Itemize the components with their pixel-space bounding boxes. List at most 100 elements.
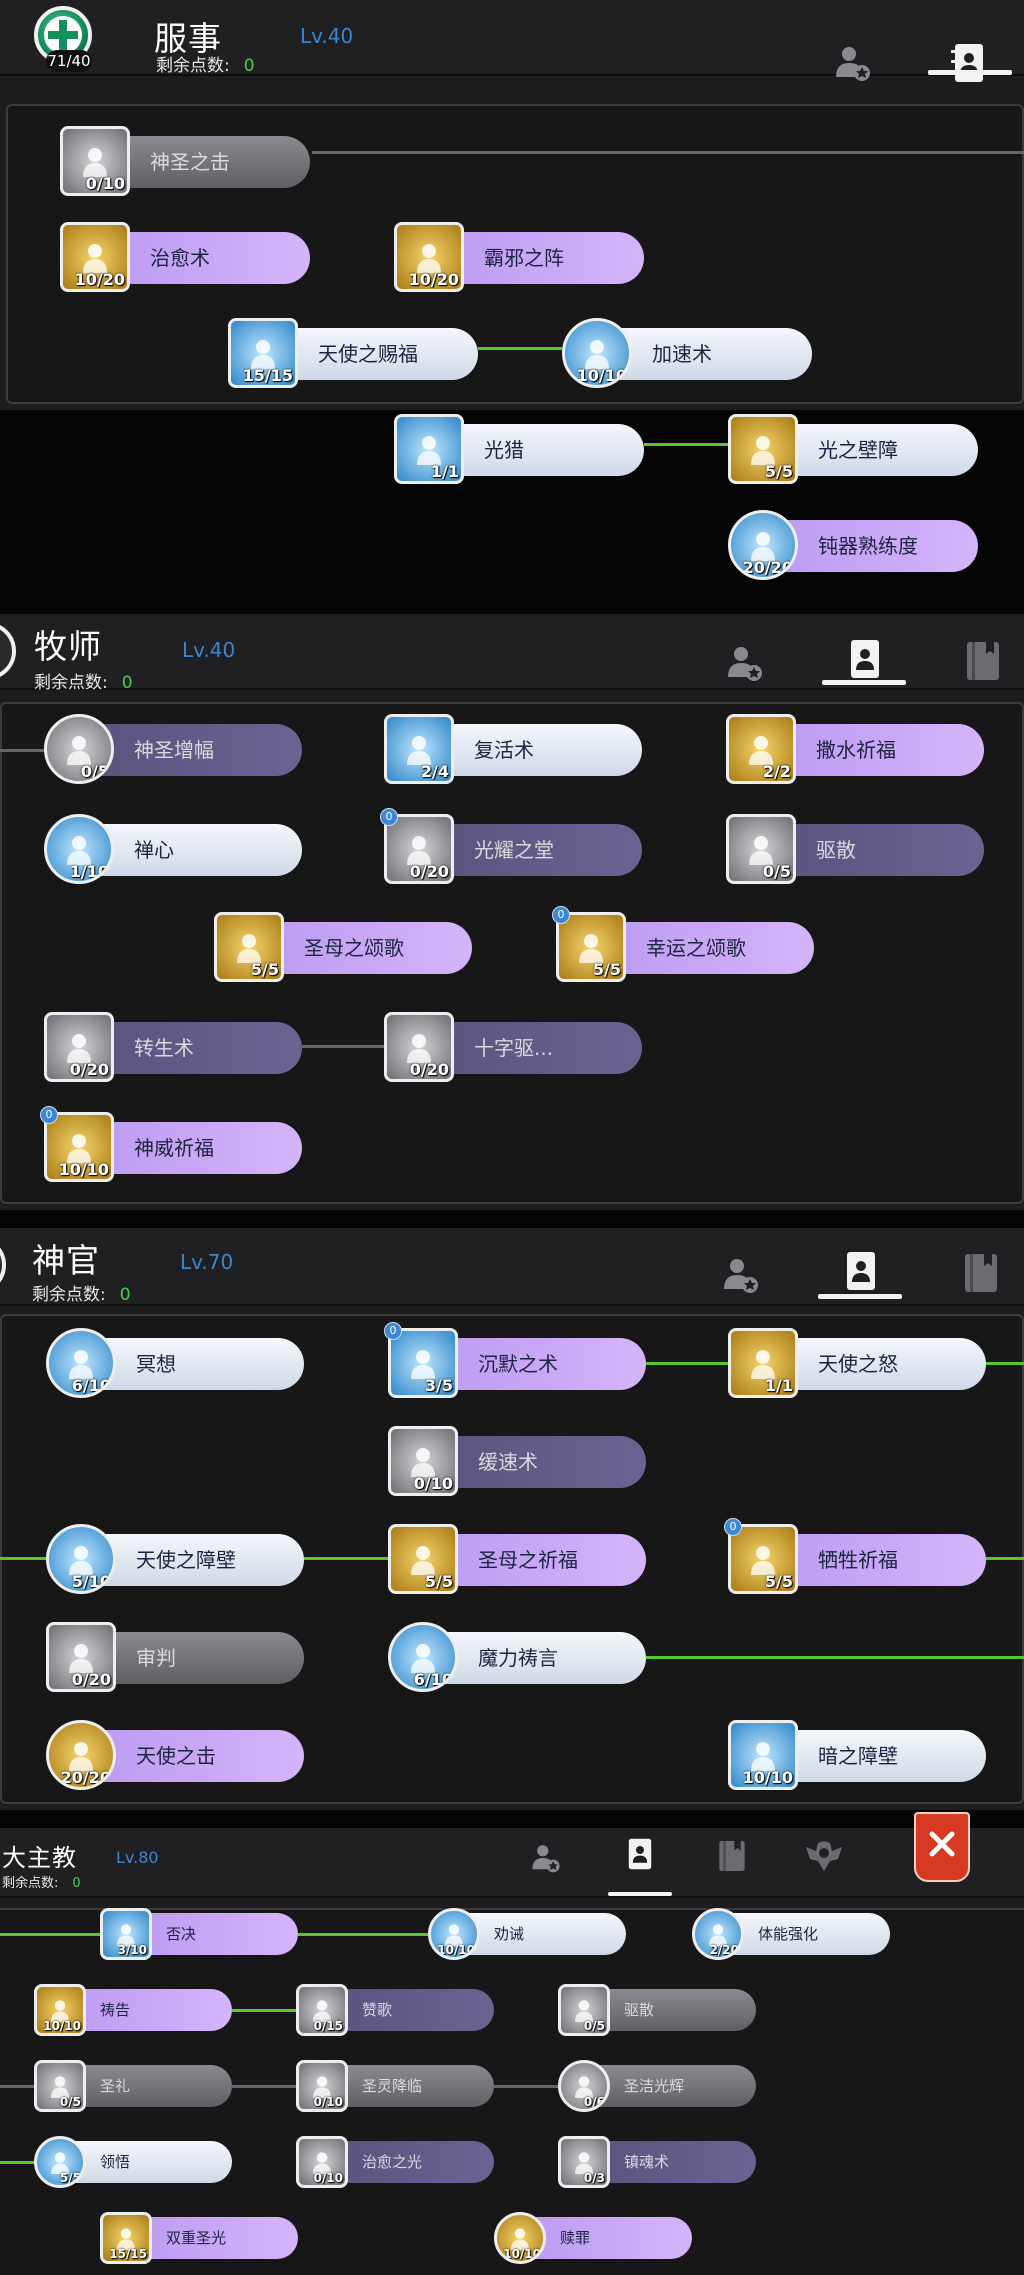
skill-node[interactable]: 缓速术 0/10 — [388, 1426, 646, 1498]
skill-icon[interactable]: 6/10 — [46, 1328, 116, 1398]
skill-node[interactable]: 魔力祷言 6/10 — [388, 1622, 646, 1694]
skill-icon[interactable]: 0/20 — [384, 814, 454, 884]
skill-node[interactable]: 圣母之祈福 5/5 — [388, 1524, 646, 1596]
skill-icon[interactable]: 0/15 — [296, 1984, 348, 2036]
skill-node[interactable]: 圣灵降临 0/10 — [296, 2060, 494, 2112]
skill-node[interactable]: 加速术 10/10 — [562, 318, 812, 390]
skill-icon[interactable]: 10/20 — [60, 222, 130, 292]
skill-icon[interactable]: 10/10 — [44, 1112, 114, 1182]
tab-book[interactable] — [712, 1836, 752, 1876]
skill-node[interactable]: 驱散 0/5 — [558, 1984, 756, 2036]
skill-icon[interactable]: 5/5 — [728, 1524, 798, 1594]
skill-icon[interactable]: 0/20 — [44, 1012, 114, 1082]
skill-icon[interactable]: 0/5 — [34, 2060, 86, 2112]
skill-node[interactable]: 牺牲祈福 5/5 0 — [724, 1518, 986, 1596]
skill-node[interactable]: 天使之赐福 15/15 — [228, 318, 478, 390]
skill-icon[interactable]: 5/5 — [728, 414, 798, 484]
skill-node[interactable]: 复活术 2/4 — [384, 714, 642, 786]
skill-node[interactable]: 撒水祈福 2/2 — [726, 714, 984, 786]
skill-node[interactable]: 天使之击 20/20 — [46, 1720, 304, 1792]
skill-node[interactable]: 驱散 0/5 — [726, 814, 984, 886]
skill-icon[interactable]: 15/15 — [228, 318, 298, 388]
skill-node[interactable]: 治愈之光 0/10 — [296, 2136, 494, 2188]
tab-skill[interactable] — [946, 40, 992, 86]
skill-icon[interactable]: 0/5 — [44, 714, 114, 784]
skill-icon[interactable]: 0/3 — [558, 2136, 610, 2188]
tab-guild[interactable] — [802, 1836, 846, 1876]
skill-icon[interactable]: 5/10 — [46, 1524, 116, 1594]
tab-skill[interactable] — [838, 1248, 884, 1294]
skill-icon[interactable]: 20/20 — [46, 1720, 116, 1790]
skill-node[interactable]: 禅心 1/10 — [44, 814, 302, 886]
skill-icon[interactable]: 5/5 — [34, 2136, 86, 2188]
skill-icon[interactable]: 0/20 — [384, 1012, 454, 1082]
skill-node[interactable]: 双重圣光 15/15 — [100, 2212, 298, 2264]
skill-icon[interactable]: 2/20 — [692, 1908, 744, 1960]
skill-node[interactable]: 转生术 0/20 — [44, 1012, 302, 1084]
skill-icon[interactable]: 1/1 — [394, 414, 464, 484]
skill-node[interactable]: 体能强化 2/20 — [692, 1908, 890, 1960]
tab-friend[interactable] — [718, 1252, 764, 1298]
skill-node[interactable]: 圣礼 0/5 — [34, 2060, 232, 2112]
skill-icon[interactable]: 5/5 — [388, 1524, 458, 1594]
skill-node[interactable]: 天使之障壁 5/10 — [46, 1524, 304, 1596]
skill-node[interactable]: 审判 0/20 — [46, 1622, 304, 1694]
skill-node[interactable]: 天使之怒 1/1 — [728, 1328, 986, 1400]
tab-book[interactable] — [958, 1250, 1004, 1296]
skill-node[interactable]: 冥想 6/10 — [46, 1328, 304, 1400]
skill-icon[interactable]: 5/5 — [214, 912, 284, 982]
skill-icon[interactable]: 0/10 — [388, 1426, 458, 1496]
tab-skill[interactable] — [842, 636, 888, 682]
skill-node[interactable]: 光猎 1/1 — [394, 414, 644, 486]
skill-node[interactable]: 赞歌 0/15 — [296, 1984, 494, 2036]
tab-friend[interactable] — [830, 40, 876, 86]
skill-node[interactable]: 神威祈福 10/10 0 — [40, 1106, 302, 1184]
skill-icon[interactable]: 10/10 — [428, 1908, 480, 1960]
tab-book[interactable] — [960, 638, 1006, 684]
skill-node[interactable]: 十字驱... 0/20 — [384, 1012, 642, 1084]
skill-node[interactable]: 赎罪 10/10 — [494, 2212, 692, 2264]
skill-icon[interactable]: 10/10 — [562, 318, 632, 388]
skill-icon[interactable]: 10/10 — [728, 1720, 798, 1790]
skill-icon[interactable]: 10/20 — [394, 222, 464, 292]
tab-friend[interactable] — [722, 640, 768, 686]
skill-icon[interactable]: 10/10 — [34, 1984, 86, 2036]
skill-icon[interactable]: 3/5 — [388, 1328, 458, 1398]
skill-icon[interactable]: 20/20 — [728, 510, 798, 580]
skill-node[interactable]: 霸邪之阵 10/20 — [394, 222, 644, 294]
skill-node[interactable]: 暗之障壁 10/10 — [728, 1720, 986, 1792]
skill-node[interactable]: 神圣之击 0/10 — [60, 126, 310, 198]
skill-node[interactable]: 镇魂术 0/3 — [558, 2136, 756, 2188]
skill-icon[interactable]: 1/10 — [44, 814, 114, 884]
skill-node[interactable]: 幸运之颂歌 5/5 0 — [552, 906, 814, 984]
skill-node[interactable]: 圣洁光辉 0/6 — [558, 2060, 756, 2112]
skill-node[interactable]: 光耀之堂 0/20 0 — [380, 808, 642, 886]
skill-icon[interactable]: 5/5 — [556, 912, 626, 982]
skill-icon[interactable]: 15/15 — [100, 2212, 152, 2264]
skill-node[interactable]: 劝诫 10/10 — [428, 1908, 626, 1960]
skill-icon[interactable]: 0/6 — [558, 2060, 610, 2112]
skill-icon[interactable]: 2/4 — [384, 714, 454, 784]
skill-icon[interactable]: 2/2 — [726, 714, 796, 784]
skill-node[interactable]: 神圣增幅 0/5 — [44, 714, 302, 786]
skill-node[interactable]: 领悟 5/5 — [34, 2136, 232, 2188]
skill-icon[interactable]: 3/10 — [100, 1908, 152, 1960]
skill-icon[interactable]: 0/5 — [558, 1984, 610, 2036]
skill-node[interactable]: 钝器熟练度 20/20 — [728, 510, 978, 582]
skill-node[interactable]: 圣母之颂歌 5/5 — [214, 912, 472, 984]
skill-node[interactable]: 光之壁障 5/5 — [728, 414, 978, 486]
skill-icon[interactable]: 10/10 — [494, 2212, 546, 2264]
skill-icon[interactable]: 0/10 — [296, 2136, 348, 2188]
skill-icon[interactable]: 0/10 — [60, 126, 130, 196]
close-button[interactable] — [914, 1812, 970, 1882]
skill-node[interactable]: 治愈术 10/20 — [60, 222, 310, 294]
skill-node[interactable]: 沉默之术 3/5 0 — [384, 1322, 646, 1400]
tab-friend[interactable] — [526, 1838, 566, 1878]
skill-node[interactable]: 祷告 10/10 — [34, 1984, 232, 2036]
skill-icon[interactable]: 1/1 — [728, 1328, 798, 1398]
skill-icon[interactable]: 6/10 — [388, 1622, 458, 1692]
skill-node[interactable]: 否决 3/10 — [100, 1908, 298, 1960]
skill-icon[interactable]: 0/10 — [296, 2060, 348, 2112]
skill-icon[interactable]: 0/20 — [46, 1622, 116, 1692]
tab-skill[interactable] — [620, 1834, 660, 1874]
